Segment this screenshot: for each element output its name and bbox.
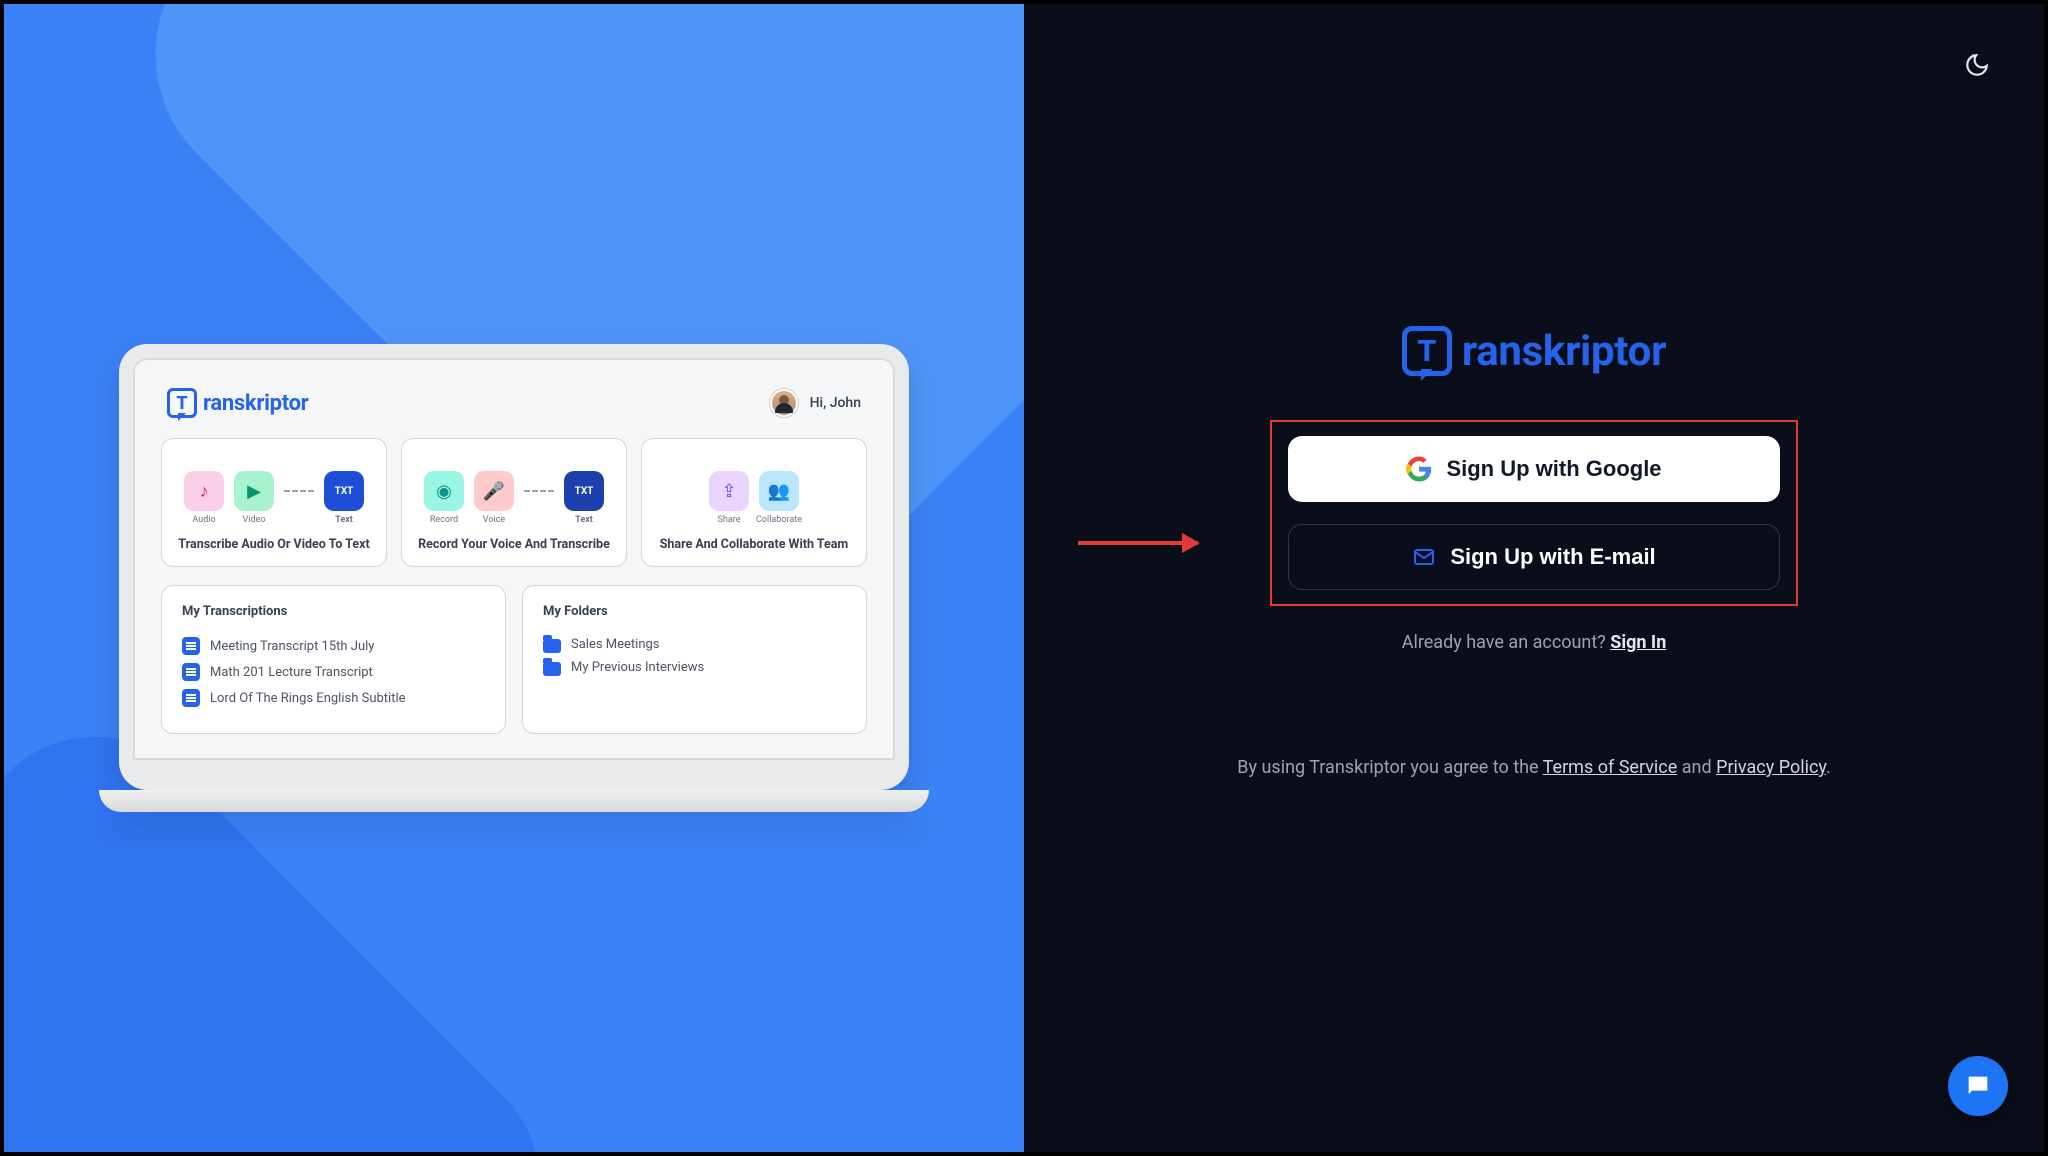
feature-card-transcribe: ♪Audio ▶Video TXTText Transcribe Audio O…	[161, 438, 387, 567]
laptop-base	[99, 790, 929, 812]
app-frame: T ranskriptor Hi, John ♪Audio ▶Video	[0, 0, 2048, 1156]
signin-link[interactable]: Sign In	[1610, 632, 1666, 653]
list-item-label: My Previous Interviews	[571, 660, 704, 675]
card-title: Transcribe Audio Or Video To Text	[174, 537, 374, 552]
share-icon: ⇪Share	[709, 471, 749, 511]
brand-logo: T ranskriptor	[1402, 326, 1666, 376]
moon-icon	[1964, 52, 1990, 78]
text-file-icon: TXTText	[324, 471, 364, 511]
privacy-link[interactable]: Privacy Policy	[1716, 757, 1826, 778]
file-icon	[182, 637, 200, 655]
laptop-screen: T ranskriptor Hi, John ♪Audio ▶Video	[119, 344, 909, 790]
text-file-icon: TXTText	[564, 471, 604, 511]
marketing-panel: T ranskriptor Hi, John ♪Audio ▶Video	[4, 4, 1024, 1152]
list-title: My Transcriptions	[182, 604, 485, 619]
list-item: Math 201 Lecture Transcript	[182, 659, 485, 685]
list-item-label: Sales Meetings	[571, 637, 660, 652]
list-item: Sales Meetings	[543, 633, 846, 656]
folders-list: My Folders Sales Meetings My Previous In…	[522, 585, 867, 734]
list-item-label: Meeting Transcript 15th July	[210, 639, 374, 654]
greeting-text: Hi, John	[810, 395, 861, 411]
annotation-arrow	[1078, 541, 1198, 545]
signup-panel: T ranskriptor Sign Up with Google Sign U…	[1024, 4, 2044, 1152]
user-greeting: Hi, John	[770, 389, 861, 417]
list-item: Lord Of The Rings English Subtitle	[182, 685, 485, 711]
signup-google-button[interactable]: Sign Up with Google	[1288, 436, 1780, 502]
microphone-icon: 🎤Voice	[474, 471, 514, 511]
chat-icon	[1964, 1072, 1992, 1100]
google-icon	[1406, 456, 1432, 482]
list-title: My Folders	[543, 604, 846, 619]
list-item-label: Math 201 Lecture Transcript	[210, 665, 373, 680]
legal-suffix: .	[1826, 757, 1831, 778]
dashboard-logo: T ranskriptor	[167, 388, 308, 418]
legal-text: By using Transkriptor you agree to the T…	[1237, 757, 1830, 778]
dashboard-header: T ranskriptor Hi, John	[161, 388, 867, 418]
legal-and: and	[1677, 757, 1716, 778]
list-item: My Previous Interviews	[543, 656, 846, 679]
arrow-dots-icon	[284, 490, 314, 492]
avatar-icon	[770, 389, 798, 417]
list-item: Meeting Transcript 15th July	[182, 633, 485, 659]
logo-mark-icon: T	[167, 388, 197, 418]
feature-card-record: ◉Record 🎤Voice TXTText Record Your Voice…	[401, 438, 627, 567]
chat-fab-button[interactable]	[1948, 1056, 2008, 1116]
folder-icon	[543, 639, 561, 653]
transcriptions-list: My Transcriptions Meeting Transcript 15t…	[161, 585, 506, 734]
already-prefix: Already have an account?	[1402, 632, 1611, 653]
card-icons: ◉Record 🎤Voice TXTText	[414, 455, 614, 527]
collaborate-icon: 👥Collaborate	[759, 471, 799, 511]
button-label: Sign Up with E-mail	[1450, 544, 1655, 570]
signup-buttons-highlight: Sign Up with Google Sign Up with E-mail	[1270, 420, 1798, 606]
already-have-account: Already have an account? Sign In	[1402, 632, 1667, 653]
card-title: Record Your Voice And Transcribe	[414, 537, 614, 552]
mail-icon	[1412, 545, 1436, 569]
feature-cards: ♪Audio ▶Video TXTText Transcribe Audio O…	[161, 438, 867, 567]
feature-card-share: ⇪Share 👥Collaborate Share And Collaborat…	[641, 438, 867, 567]
card-icons: ♪Audio ▶Video TXTText	[174, 455, 374, 527]
file-icon	[182, 689, 200, 707]
dashboard-lists: My Transcriptions Meeting Transcript 15t…	[161, 585, 867, 734]
arrow-dots-icon	[524, 490, 554, 492]
button-label: Sign Up with Google	[1446, 456, 1661, 482]
folder-icon	[543, 662, 561, 676]
arrow-head-icon	[1182, 533, 1200, 553]
logo-wordmark: ranskriptor	[203, 391, 308, 416]
laptop-mockup: T ranskriptor Hi, John ♪Audio ▶Video	[119, 344, 909, 812]
card-title: Share And Collaborate With Team	[654, 537, 854, 552]
logo-mark-icon: T	[1402, 326, 1452, 376]
list-item-label: Lord Of The Rings English Subtitle	[210, 691, 406, 706]
audio-icon: ♪Audio	[184, 471, 224, 511]
logo-wordmark: ranskriptor	[1462, 327, 1666, 376]
signup-email-button[interactable]: Sign Up with E-mail	[1288, 524, 1780, 590]
arrow-line	[1078, 541, 1198, 545]
record-icon: ◉Record	[424, 471, 464, 511]
terms-link[interactable]: Terms of Service	[1543, 757, 1678, 778]
theme-toggle-button[interactable]	[1962, 50, 1992, 80]
file-icon	[182, 663, 200, 681]
card-icons: ⇪Share 👥Collaborate	[654, 455, 854, 527]
video-icon: ▶Video	[234, 471, 274, 511]
legal-prefix: By using Transkriptor you agree to the	[1237, 757, 1542, 778]
